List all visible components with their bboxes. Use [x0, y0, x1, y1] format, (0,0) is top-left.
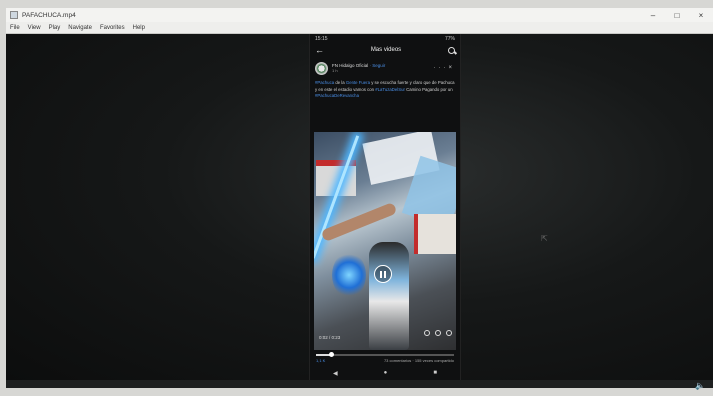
menu-help[interactable]: Help	[129, 25, 149, 31]
hashtag-link[interactable]: #Pachuca	[315, 80, 334, 85]
video-lightning-effect	[314, 135, 360, 259]
mention-link[interactable]: Gente Fuera	[346, 80, 370, 85]
menu-navigate[interactable]: Navigate	[64, 25, 96, 31]
video-time: 0:02 / 0:23	[319, 335, 341, 340]
minimize-button[interactable]: –	[641, 11, 665, 20]
comment-share-count[interactable]: 73 comentarios · 155 veces compartido	[384, 358, 454, 363]
nav-home-icon[interactable]: ●	[384, 370, 388, 376]
nav-back-icon[interactable]: ◀	[333, 370, 338, 377]
post-text-2: y se escucha fuerte y claro que	[371, 80, 431, 85]
phone-nav-bar: ◀ ● ■	[310, 367, 460, 379]
pause-button-icon[interactable]	[374, 265, 392, 283]
post-text: #Pachuca de la Gente Fuera y se escucha …	[310, 79, 460, 121]
menu-view[interactable]: View	[24, 25, 45, 31]
post-author: FN Hidalgo Oficial · Seguir 1 h	[332, 63, 433, 73]
player-bottom-strip	[6, 380, 713, 388]
close-post-icon[interactable]: ×	[448, 65, 455, 71]
back-arrow-icon[interactable]: ←	[315, 45, 324, 55]
phone-recording: 15:15 77% ← Mas videos FN Hidalgo Oficia…	[309, 34, 461, 380]
post-video[interactable]: 0:02 / 0:23	[314, 132, 456, 350]
search-icon[interactable]	[447, 46, 455, 54]
nav-recents-icon[interactable]: ■	[433, 370, 437, 376]
video-person	[369, 242, 409, 350]
pause-bar-right	[384, 270, 386, 278]
follow-link[interactable]: · Seguir	[370, 63, 386, 68]
close-button[interactable]: ×	[689, 11, 713, 20]
settings-icon[interactable]	[424, 330, 430, 336]
status-time: 15:15	[315, 35, 328, 42]
speaker-icon[interactable]: 🔈	[695, 381, 705, 390]
video-progress-bar[interactable]	[316, 352, 454, 357]
post-text-4: Camino Pagando por un	[406, 86, 453, 92]
phone-header: ← Mas videos	[310, 43, 460, 57]
status-battery: 77%	[444, 35, 455, 42]
video-controls	[424, 330, 452, 336]
menu-bar: File View Play Navigate Favorites Help	[6, 22, 713, 34]
reaction-count[interactable]: 1,1 K	[316, 358, 325, 363]
video-glow-effect	[332, 252, 366, 298]
menu-file[interactable]: File	[6, 25, 24, 31]
menu-favorites[interactable]: Favorites	[96, 25, 129, 31]
fullscreen-icon[interactable]	[446, 330, 452, 336]
video-display[interactable]: ⇱ 15:15 77% ← Mas videos FN Hidalgo Ofic…	[6, 34, 713, 380]
hashtag-link-3[interactable]: #PachucaDeRevancha	[315, 93, 359, 98]
menu-play[interactable]: Play	[45, 25, 65, 31]
title-bar: PAFACHUCA.mp4 – □ ×	[6, 8, 713, 22]
post-time: 1 h	[332, 68, 338, 73]
mouse-cursor-icon: ⇱	[541, 234, 548, 243]
more-options-icon[interactable]: ···	[433, 65, 448, 71]
hashtag-link-2[interactable]: #LaTuzaDelSur	[375, 87, 405, 92]
phone-status-bar: 15:15 77%	[310, 34, 460, 43]
pause-bar-left	[380, 270, 382, 278]
monitor-screen: PAFACHUCA.mp4 – □ × File View Play Navig…	[6, 8, 713, 388]
volume-icon[interactable]	[435, 330, 441, 336]
video-progress-thumb[interactable]	[328, 352, 334, 357]
post-text-1: de la	[335, 80, 345, 85]
app-icon	[10, 11, 18, 19]
page-avatar[interactable]	[315, 61, 328, 75]
phone-header-title: Mas videos	[370, 47, 402, 53]
window-title: PAFACHUCA.mp4	[22, 11, 76, 19]
video-banner-right	[414, 214, 456, 254]
post-header: FN Hidalgo Oficial · Seguir 1 h ··· ×	[310, 57, 460, 79]
maximize-button[interactable]: □	[665, 11, 689, 20]
post-footer: 1,1 K 73 comentarios · 155 veces compart…	[316, 358, 454, 363]
